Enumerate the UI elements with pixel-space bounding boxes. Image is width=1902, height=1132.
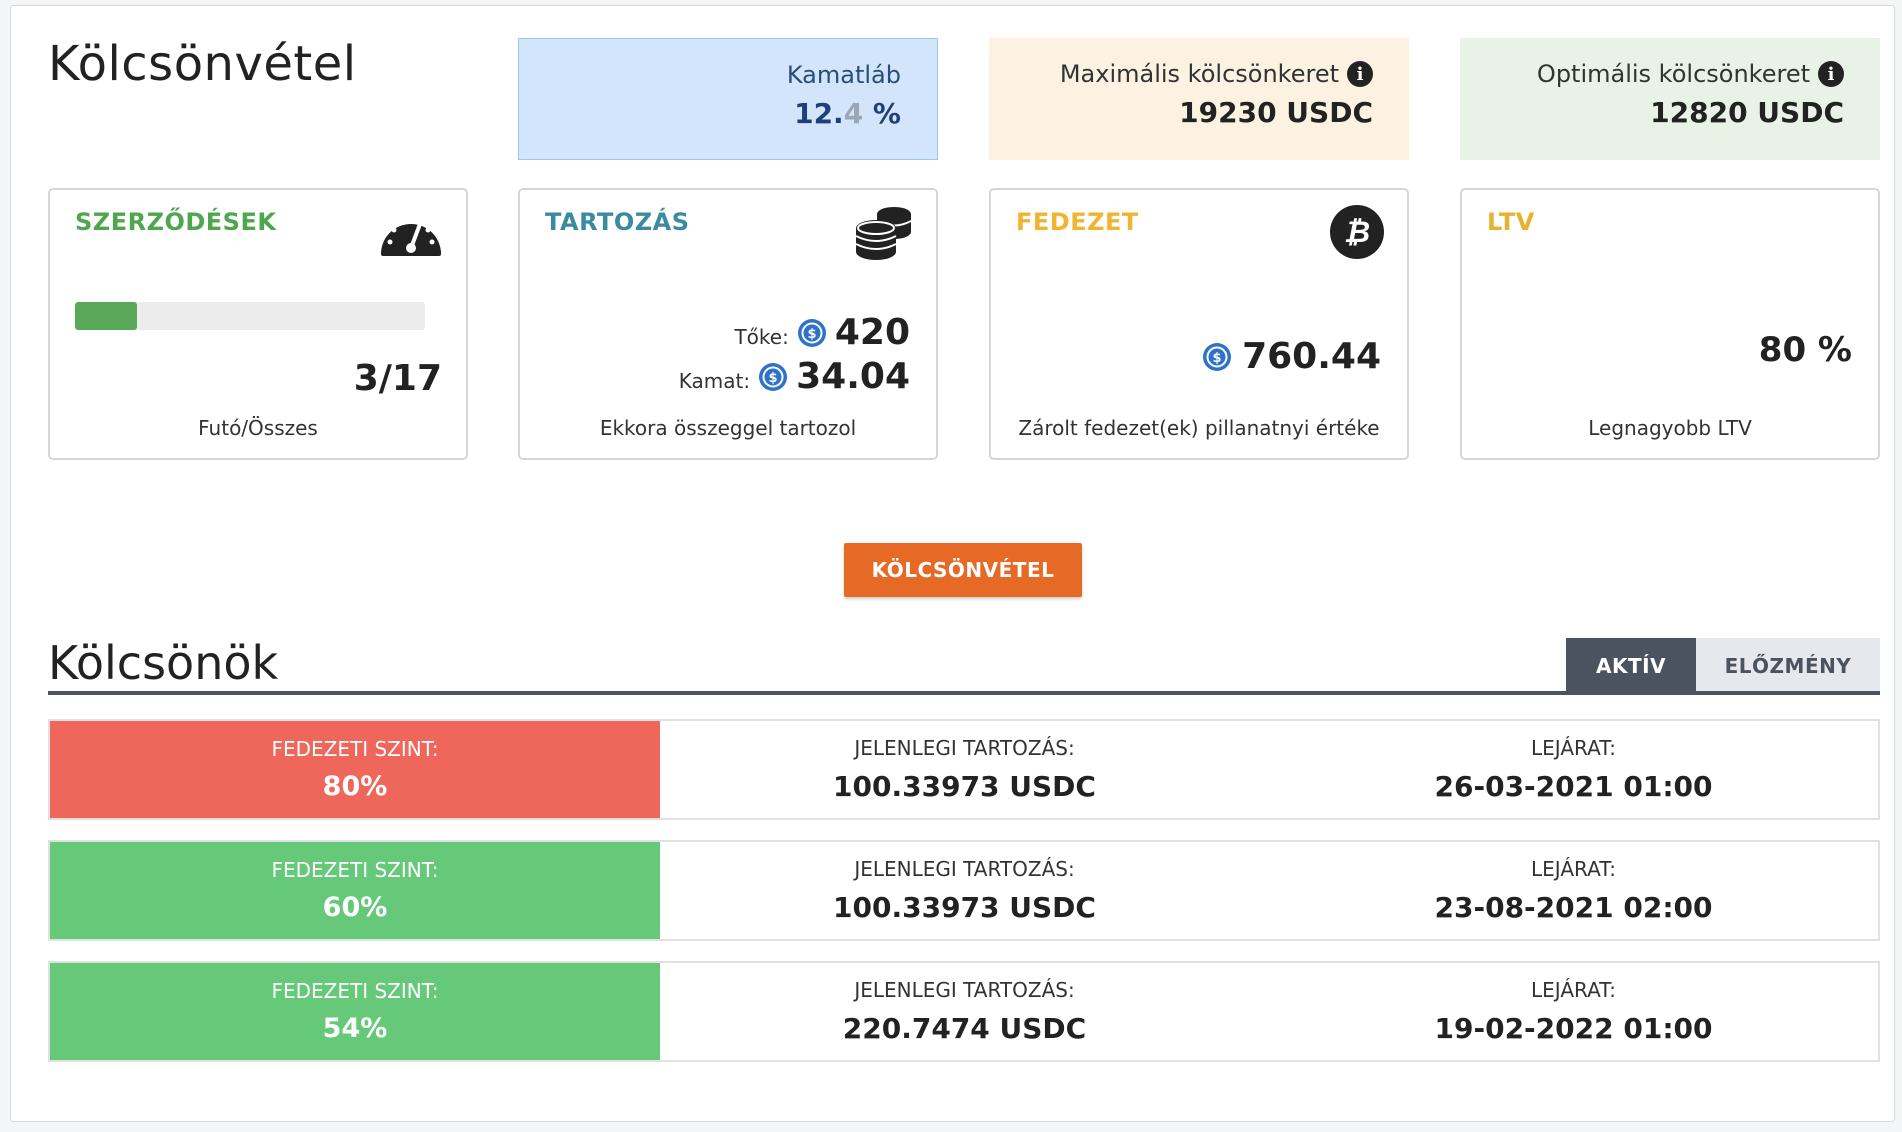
interest-rate-unit: %	[863, 97, 901, 130]
loan-row[interactable]: FEDEZETI SZINT: 60% JELENLEGI TARTOZÁS: …	[48, 840, 1880, 941]
tab-active[interactable]: AKTÍV	[1566, 638, 1696, 694]
svg-text:$: $	[807, 327, 816, 342]
collateral-level-cell: FEDEZETI SZINT: 60%	[50, 842, 660, 939]
contracts-title: SZERZŐDÉSEK	[75, 208, 277, 236]
collateral-level-value: 60%	[322, 892, 388, 923]
current-debt-label: JELENLEGI TARTOZÁS:	[854, 857, 1075, 881]
current-debt-value: 220.7474 USDC	[842, 1012, 1087, 1045]
ltv-title: LTV	[1487, 208, 1535, 236]
current-debt-value: 100.33973 USDC	[833, 770, 1096, 803]
max-credit-box: Maximális kölcsönkeret i 19230 USDC	[989, 38, 1409, 160]
collateral-level-cell: FEDEZETI SZINT: 80%	[50, 721, 660, 818]
borrow-button[interactable]: KÖLCSÖNVÉTEL	[844, 543, 1082, 597]
optimal-credit-label: Optimális kölcsönkeret	[1536, 60, 1810, 88]
usdc-icon: $	[758, 362, 788, 392]
expiry-label: LEJÁRAT:	[1531, 978, 1616, 1002]
info-icon[interactable]: i	[1347, 61, 1373, 87]
bitcoin-icon: ₿	[1329, 204, 1385, 264]
expiry-label: LEJÁRAT:	[1531, 857, 1616, 881]
interest-rate-value: 12.4 %	[519, 97, 901, 130]
debt-footer: Ekkora összeggel tartozol	[599, 416, 857, 440]
collateral-footer: Zárolt fedezet(ek) pillanatnyi értéke	[1018, 416, 1380, 440]
collateral-level-value: 80%	[322, 771, 388, 802]
loans-divider	[48, 691, 1880, 695]
expiry-value: 26-03-2021 01:00	[1434, 770, 1713, 803]
current-debt-cell: JELENLEGI TARTOZÁS: 220.7474 USDC	[660, 963, 1269, 1060]
collateral-line: $ 760.44	[1202, 336, 1381, 377]
collateral-title: FEDEZET	[1016, 208, 1139, 236]
interest-rate-box: Kamatláb 12.4 %	[518, 38, 938, 160]
ltv-card: LTV 80 % Legnagyobb LTV	[1460, 188, 1880, 460]
principal-label: Tőke:	[734, 324, 789, 349]
contracts-footer: Futó/Összes	[198, 416, 318, 440]
max-credit-label: Maximális kölcsönkeret	[1059, 60, 1339, 88]
current-debt-cell: JELENLEGI TARTOZÁS: 100.33973 USDC	[660, 842, 1269, 939]
expiry-cell: LEJÁRAT: 23-08-2021 02:00	[1269, 842, 1878, 939]
debt-card: TARTOZÁS Tőke: $ 420 Kamat: $ 34.04 Ekko…	[518, 188, 938, 460]
interest-rate-label: Kamatláb	[786, 61, 901, 89]
contracts-ratio: 3/17	[353, 358, 442, 399]
main-panel: Kölcsönvétel Kamatláb 12.4 % Maximális k…	[10, 5, 1895, 1122]
loan-row[interactable]: FEDEZETI SZINT: 54% JELENLEGI TARTOZÁS: …	[48, 961, 1880, 1062]
interest-value: 34.04	[796, 356, 910, 397]
principal-line: Tőke: $ 420	[734, 312, 910, 353]
ltv-footer: Legnagyobb LTV	[1588, 416, 1752, 440]
page-title: Kölcsönvétel	[48, 36, 357, 92]
contracts-progress-fill	[75, 302, 137, 330]
collateral-card: FEDEZET ₿ $ 760.44 Zárolt fedezet(ek) pi…	[989, 188, 1409, 460]
collateral-value: 760.44	[1242, 336, 1381, 377]
interest-rate-value-dim: 4	[843, 97, 864, 130]
expiry-value: 23-08-2021 02:00	[1434, 891, 1713, 924]
interest-line: Kamat: $ 34.04	[679, 356, 910, 397]
loans-title: Kölcsönök	[48, 636, 279, 690]
principal-value: 420	[834, 312, 910, 353]
ltv-value: 80 %	[1758, 330, 1852, 370]
current-debt-label: JELENLEGI TARTOZÁS:	[854, 736, 1075, 760]
expiry-value: 19-02-2022 01:00	[1434, 1012, 1713, 1045]
collateral-level-label: FEDEZETI SZINT:	[271, 979, 439, 1003]
collateral-level-cell: FEDEZETI SZINT: 54%	[50, 963, 660, 1060]
usdc-icon: $	[797, 318, 827, 348]
contracts-card: SZERZŐDÉSEK 3/17 Futó/Összes	[48, 188, 468, 460]
loan-row[interactable]: FEDEZETI SZINT: 80% JELENLEGI TARTOZÁS: …	[48, 719, 1880, 820]
optimal-credit-box: Optimális kölcsönkeret i 12820 USDC	[1460, 38, 1880, 160]
optimal-credit-label-row: Optimális kölcsönkeret i	[1460, 60, 1844, 88]
current-debt-label: JELENLEGI TARTOZÁS:	[854, 978, 1075, 1002]
max-credit-label-row: Maximális kölcsönkeret i	[989, 60, 1373, 88]
info-icon[interactable]: i	[1818, 61, 1844, 87]
collateral-level-value: 54%	[322, 1013, 388, 1044]
contracts-progress-bar	[75, 302, 425, 330]
coins-icon	[854, 204, 914, 264]
svg-text:₿: ₿	[1344, 215, 1370, 250]
svg-text:$: $	[1213, 351, 1222, 366]
debt-title: TARTOZÁS	[545, 208, 690, 236]
expiry-cell: LEJÁRAT: 19-02-2022 01:00	[1269, 963, 1878, 1060]
interest-rate-value-main: 12.	[794, 97, 844, 130]
current-debt-value: 100.33973 USDC	[833, 891, 1096, 924]
collateral-level-label: FEDEZETI SZINT:	[271, 858, 439, 882]
interest-label: Kamat:	[678, 368, 751, 393]
optimal-credit-value: 12820 USDC	[1650, 96, 1844, 129]
gauge-icon	[378, 204, 444, 262]
current-debt-cell: JELENLEGI TARTOZÁS: 100.33973 USDC	[660, 721, 1269, 818]
collateral-level-label: FEDEZETI SZINT:	[271, 737, 439, 761]
svg-text:$: $	[769, 371, 778, 386]
loans-tabs: AKTÍV ELŐZMÉNY	[1566, 638, 1880, 694]
usdc-icon: $	[1202, 342, 1232, 372]
expiry-cell: LEJÁRAT: 26-03-2021 01:00	[1269, 721, 1878, 818]
max-credit-value: 19230 USDC	[1179, 96, 1373, 129]
expiry-label: LEJÁRAT:	[1531, 736, 1616, 760]
tab-history[interactable]: ELŐZMÉNY	[1696, 638, 1880, 694]
